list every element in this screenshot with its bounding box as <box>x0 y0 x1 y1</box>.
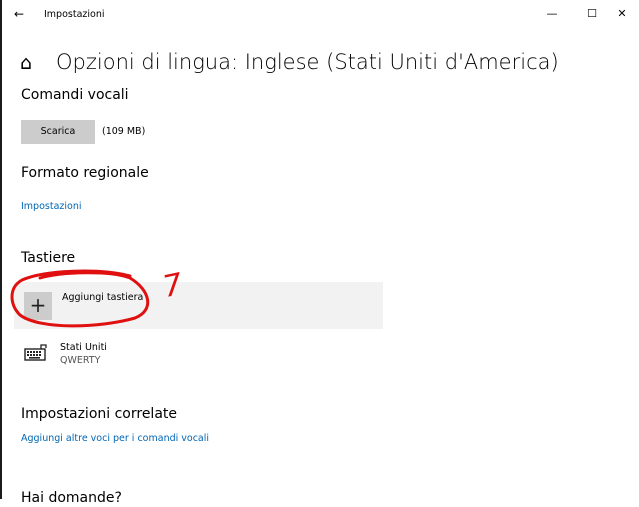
minimize-button[interactable]: — <box>542 6 562 22</box>
window-left-edge <box>0 0 2 499</box>
keyboard-item[interactable]: Stati Uniti QWERTY <box>22 340 222 370</box>
title-bar: ← Impostazioni — ☐ ✕ <box>0 0 639 30</box>
related-settings-header: Impostazioni correlate <box>21 406 178 422</box>
app-title: Impostazioni <box>44 9 105 20</box>
keyboard-name: Stati Uniti <box>60 342 107 353</box>
add-keyboard-button[interactable]: + Aggiungi tastiera <box>14 282 383 329</box>
download-size: (109 MB) <box>102 126 146 137</box>
maximize-button[interactable]: ☐ <box>582 6 602 22</box>
regional-settings-link[interactable]: Impostazioni <box>21 201 82 213</box>
keyboards-header: Tastiere <box>21 250 76 266</box>
add-voices-link[interactable]: Aggiungi altre voci per i comandi vocali <box>21 433 209 445</box>
regional-format-header: Formato regionale <box>21 165 149 181</box>
home-icon[interactable]: ⌂ <box>20 53 32 73</box>
back-button[interactable]: ← <box>14 5 24 23</box>
keyboard-layout: QWERTY <box>60 355 101 366</box>
plus-icon: + <box>24 292 52 320</box>
add-keyboard-label: Aggiungi tastiera <box>62 292 144 303</box>
questions-header: Hai domande? <box>21 490 122 506</box>
keyboard-icon <box>24 344 48 366</box>
download-button[interactable]: Scarica <box>21 120 95 144</box>
page-title: Opzioni di lingua: Inglese (Stati Uniti … <box>56 50 559 74</box>
close-button[interactable]: ✕ <box>612 6 632 22</box>
voice-commands-header: Comandi vocali <box>21 87 129 103</box>
